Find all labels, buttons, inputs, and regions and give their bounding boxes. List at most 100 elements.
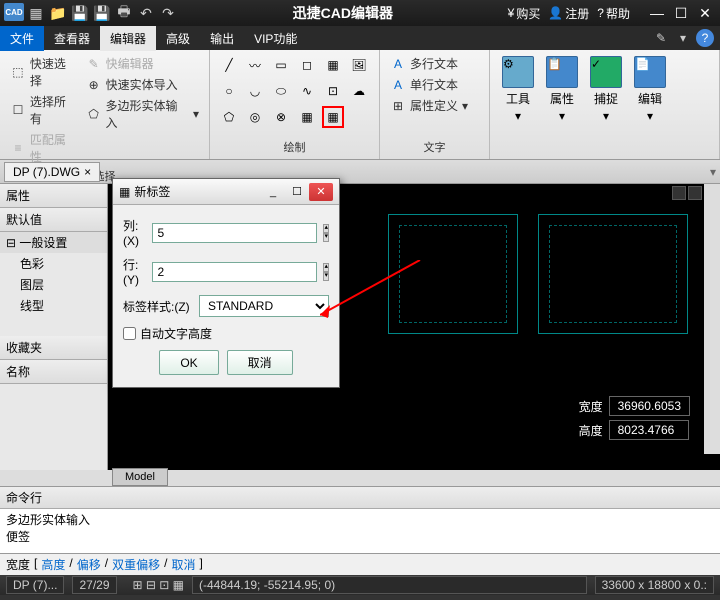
cancel-button[interactable]: 取消	[227, 350, 293, 375]
help-link[interactable]: ? 帮助	[597, 5, 630, 22]
chevron-down-icon[interactable]: ▾	[674, 29, 692, 47]
rows-up[interactable]: ▴	[323, 263, 329, 272]
favorites-header: 收藏夹	[0, 336, 107, 360]
quick-import[interactable]: ⊕快速实体导入	[84, 75, 201, 94]
prop-linetype[interactable]: 线型	[0, 295, 107, 316]
dialog-close[interactable]: ✕	[309, 183, 333, 201]
tab-file[interactable]: 文件	[0, 26, 44, 51]
tab-viewer[interactable]: 查看器	[44, 26, 100, 51]
draw-rect2-icon[interactable]: ◻	[296, 54, 318, 76]
prop-layer[interactable]: 图层	[0, 274, 107, 295]
rows-down[interactable]: ▾	[323, 272, 329, 281]
app-title: 迅捷CAD编辑器	[178, 3, 508, 23]
undo-icon[interactable]: ↶	[136, 3, 156, 23]
mtext[interactable]: A多行文本	[388, 54, 470, 73]
model-tab[interactable]: Model	[112, 468, 168, 486]
status-offset-link[interactable]: 偏移	[77, 556, 101, 573]
scrollbar-vertical[interactable]	[704, 184, 720, 454]
draw-table-icon[interactable]: ▦	[322, 106, 344, 128]
attdef[interactable]: ⊞属性定义 ▾	[388, 96, 470, 115]
tab-vip[interactable]: VIP功能	[244, 26, 307, 51]
general-section[interactable]: ⊟ 一般设置	[0, 232, 107, 253]
status-double-offset-link[interactable]: 双重偏移	[112, 556, 160, 573]
canvas-max-icon[interactable]	[688, 186, 702, 200]
command-body[interactable]: 多边形实体输入 便签	[0, 509, 720, 553]
draw-ellipse-icon[interactable]: ⬭	[270, 80, 292, 102]
app-logo: CAD	[4, 3, 24, 21]
poly-input[interactable]: ⬠多边形实体输入 ▾	[84, 96, 201, 132]
open-icon[interactable]: 📁	[48, 3, 68, 23]
dialog-minimize[interactable]: _	[261, 183, 285, 201]
drawing-block-1	[388, 214, 518, 334]
ok-button[interactable]: OK	[159, 350, 218, 375]
status-cancel-link[interactable]: 取消	[171, 556, 195, 573]
status-height-link[interactable]: 高度	[41, 556, 65, 573]
cols-up[interactable]: ▴	[323, 224, 329, 233]
tabstrip-menu-icon[interactable]: ▾	[710, 165, 716, 179]
draw-arc-icon[interactable]: ◡	[244, 80, 266, 102]
dialog-title: 新标签	[134, 183, 257, 200]
drawing-block-2	[538, 214, 688, 334]
draw-circle-icon[interactable]: ○	[218, 80, 240, 102]
props-header: 属性	[0, 184, 107, 208]
name-header[interactable]: 名称	[0, 360, 107, 384]
new-label-dialog: ▦ 新标签 _ ☐ ✕ 列:(X) ▴▾ 行:(Y) ▴▾ 标签样式:(Z) S…	[112, 178, 340, 388]
draw-donut-icon[interactable]: ◎	[244, 106, 266, 128]
tab-output[interactable]: 输出	[200, 26, 244, 51]
minimize-button[interactable]: —	[646, 4, 668, 22]
tab-advanced[interactable]: 高级	[156, 26, 200, 51]
select-all[interactable]: ☐选择所有	[8, 92, 80, 128]
redo-icon[interactable]: ↷	[158, 3, 178, 23]
status-bar-1: 宽度 [ 高度 / 偏移 / 双重偏移 / 取消 ]	[0, 553, 720, 575]
stext[interactable]: A单行文本	[388, 75, 470, 94]
height-label: 高度	[579, 422, 603, 439]
rows-input[interactable]	[152, 262, 317, 282]
draw-hatch-icon[interactable]: ▦	[322, 54, 344, 76]
tab-close-icon[interactable]: ×	[84, 165, 91, 179]
prop-color[interactable]: 色彩	[0, 253, 107, 274]
register-link[interactable]: 👤 注册	[548, 5, 589, 22]
width-value: 36960.6053	[609, 396, 690, 416]
height-value: 8023.4766	[609, 420, 689, 440]
draw-pline-icon[interactable]: 〰	[244, 54, 266, 76]
dialog-icon: ▦	[119, 185, 130, 199]
dialog-maximize[interactable]: ☐	[285, 183, 309, 201]
style-select[interactable]: STANDARD	[199, 295, 329, 317]
save-icon[interactable]: 💾	[70, 3, 90, 23]
canvas-min-icon[interactable]	[672, 186, 686, 200]
cols-input[interactable]	[152, 223, 317, 243]
draw-point-icon[interactable]: ⊡	[322, 80, 344, 102]
snap-button[interactable]: ✓捕捉▾	[586, 54, 626, 155]
draw-rect-icon[interactable]: ▭	[270, 54, 292, 76]
status-size: 33600 x 18800 x 0.:	[595, 576, 714, 594]
auto-height-checkbox[interactable]	[123, 327, 136, 340]
rows-label: 行:(Y)	[123, 256, 146, 287]
pen-icon[interactable]: ✎	[652, 29, 670, 47]
draw-cloud-icon[interactable]: ☁	[348, 80, 370, 102]
draw-poly-icon[interactable]: ⬠	[218, 106, 240, 128]
tools-button[interactable]: ⚙工具▾	[498, 54, 538, 155]
draw-line-icon[interactable]: ╱	[218, 54, 240, 76]
draw-x-icon[interactable]: ⊗	[270, 106, 292, 128]
quick-editor: ✎快编辑器	[84, 54, 201, 73]
draw-image-icon[interactable]: 🖼	[348, 54, 370, 76]
document-tab[interactable]: DP (7).DWG×	[4, 162, 100, 182]
tab-editor[interactable]: 编辑器	[100, 26, 156, 51]
draw-block-icon[interactable]: ▦	[296, 106, 318, 128]
cols-down[interactable]: ▾	[323, 233, 329, 242]
close-button[interactable]: ✕	[694, 4, 716, 22]
status-coords: (-44844.19; -55214.95; 0)	[192, 576, 587, 594]
defaults-header[interactable]: 默认值	[0, 208, 107, 232]
help-icon[interactable]: ?	[696, 29, 714, 47]
props-button[interactable]: 📋属性▾	[542, 54, 582, 155]
command-header: 命令行	[0, 487, 720, 509]
new-icon[interactable]: ▦	[26, 3, 46, 23]
saveas-icon[interactable]: 💾	[92, 3, 112, 23]
print-icon[interactable]: 🖶	[114, 3, 134, 23]
edit-button[interactable]: 📄编辑▾	[630, 54, 670, 155]
maximize-button[interactable]: ☐	[670, 4, 692, 22]
draw-spline-icon[interactable]: ∿	[296, 80, 318, 102]
buy-link[interactable]: ¥ 购买	[508, 5, 541, 22]
quick-select[interactable]: ⬚快速选择	[8, 54, 80, 90]
width-label: 宽度	[579, 398, 603, 415]
